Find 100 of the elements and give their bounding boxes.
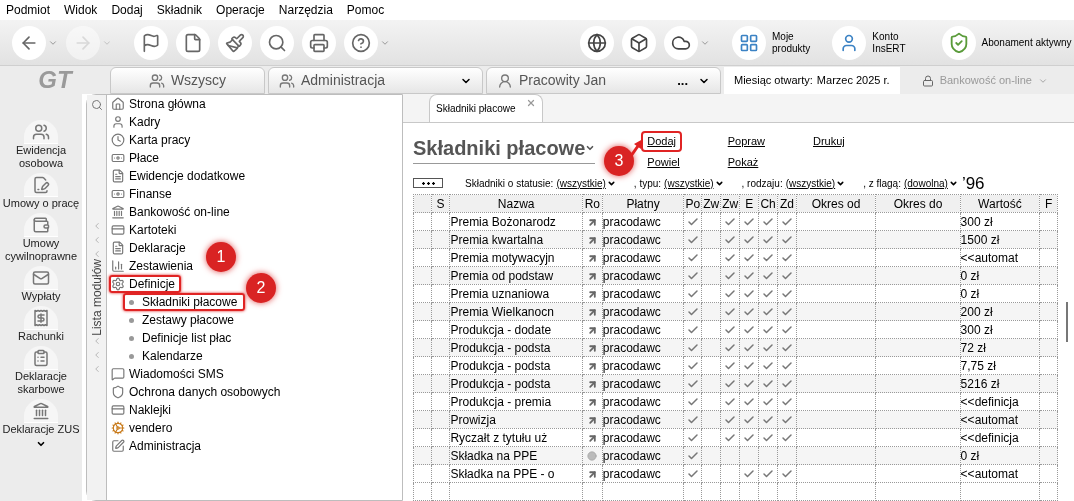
module-item[interactable]: Finanse bbox=[109, 185, 178, 203]
filter-dropdown[interactable]: (wszystkie) bbox=[556, 175, 616, 191]
lock-icon bbox=[921, 74, 934, 87]
people-icon bbox=[32, 122, 50, 141]
table-cell: Prowizja bbox=[449, 410, 583, 429]
table-cell: pracodawc bbox=[602, 302, 684, 321]
table-cell: Premia motywacyjn bbox=[449, 248, 583, 267]
quick-nav-item[interactable]: Umowy cywilnoprawne bbox=[1, 213, 81, 263]
bullet-icon bbox=[129, 335, 134, 341]
module-item[interactable]: Ewidencje dodatkowe bbox=[109, 167, 252, 185]
table-cell: 0 zł bbox=[960, 446, 1040, 465]
group-selector[interactable]: Administracja bbox=[268, 67, 483, 94]
group-selector[interactable]: Wszyscy bbox=[110, 67, 265, 94]
table-cell: pracodawc bbox=[602, 320, 684, 339]
table-cell: pracodawc bbox=[602, 428, 684, 447]
gear-icon bbox=[111, 277, 125, 291]
arrow-icon bbox=[586, 306, 598, 318]
filter-dropdown[interactable]: (wszystkie) bbox=[785, 175, 846, 191]
table-cell: Premia od podstaw bbox=[449, 266, 583, 285]
quick-nav-item[interactable]: Ewidencja osobowa bbox=[1, 120, 81, 170]
menu-item[interactable]: Widok bbox=[64, 1, 98, 19]
table-cell: 7,75 zł bbox=[960, 356, 1040, 375]
cards-icon bbox=[111, 223, 125, 237]
module-item[interactable]: Kartoteki bbox=[109, 221, 183, 239]
menu-item[interactable]: Narzędzia bbox=[278, 1, 333, 19]
menu-item[interactable]: Podmiot bbox=[6, 1, 51, 19]
table-cell: <<definicja bbox=[960, 428, 1040, 447]
table-cell: 300 zł bbox=[960, 320, 1040, 339]
submodule-item[interactable]: Kalendarze bbox=[123, 347, 211, 365]
group-selector[interactable]: Pracowity Jan ... bbox=[486, 67, 721, 94]
account-button[interactable]: Konto InsERT bbox=[832, 25, 906, 60]
column-header[interactable]: Wartość bbox=[960, 194, 1040, 213]
filter-label: Składniki o statusie: bbox=[465, 176, 554, 191]
submodule-item[interactable]: Składniki płacowe bbox=[123, 293, 246, 311]
scrollbar-thumb[interactable] bbox=[1066, 302, 1069, 342]
action-link[interactable]: Pokaż bbox=[721, 151, 765, 173]
brush-icon bbox=[225, 32, 245, 53]
module-item[interactable]: Strona główna bbox=[109, 95, 212, 113]
module-item[interactable]: Karta pracy bbox=[109, 131, 197, 149]
column-header[interactable]: Płatny bbox=[602, 194, 684, 213]
module-item[interactable]: Zestawienia bbox=[109, 257, 200, 275]
filter-dropdown[interactable]: (dowolna) bbox=[903, 175, 958, 191]
menu-item[interactable]: Operacje bbox=[216, 1, 265, 19]
table-cell: 72 zł bbox=[960, 338, 1040, 357]
menu-item[interactable]: Składnik bbox=[156, 1, 203, 19]
module-item[interactable]: Ochrona danych osobowych bbox=[109, 383, 287, 401]
column-header[interactable]: Ro bbox=[582, 194, 603, 213]
table-cell: pracodawc bbox=[602, 248, 684, 267]
module-item[interactable]: Wiadomości SMS bbox=[109, 365, 230, 383]
table-cell: Produkcja - dodate bbox=[449, 320, 583, 339]
submodule-item[interactable]: Zestawy płacowe bbox=[123, 311, 243, 329]
column-header[interactable]: Nazwa bbox=[449, 194, 583, 213]
page-title[interactable]: Składniki płacowe bbox=[413, 133, 596, 165]
quick-nav-item[interactable]: Deklaracje skarbowe bbox=[1, 346, 81, 396]
arrow-icon bbox=[586, 378, 598, 390]
column-header[interactable]: Okres do bbox=[875, 194, 961, 213]
column-header[interactable]: Okres od bbox=[796, 194, 876, 213]
action-link[interactable]: Popraw bbox=[721, 131, 771, 152]
arrow-icon bbox=[586, 360, 598, 372]
receipt-icon bbox=[32, 308, 50, 327]
document-tab[interactable]: Składniki płacowe bbox=[429, 94, 543, 123]
arrow-icon bbox=[586, 342, 598, 354]
arrow-icon bbox=[586, 414, 598, 426]
arrow-icon bbox=[586, 252, 598, 264]
menu-item[interactable]: Dodaj bbox=[111, 1, 143, 19]
module-item[interactable]: Definicje bbox=[109, 275, 182, 293]
banknote-icon bbox=[111, 151, 125, 165]
contract-icon bbox=[32, 175, 50, 194]
people-icon bbox=[279, 72, 295, 89]
arrow-icon bbox=[586, 324, 598, 336]
menu-item[interactable]: Pomoc bbox=[346, 1, 385, 19]
more-button[interactable] bbox=[413, 178, 443, 189]
filter-label: , typu: bbox=[633, 176, 662, 191]
action-link[interactable]: Powiel bbox=[641, 151, 686, 173]
quick-nav-item[interactable]: Wypłaty bbox=[1, 266, 81, 303]
help-icon bbox=[351, 32, 371, 53]
module-item[interactable]: Administracja bbox=[109, 437, 208, 455]
table-cell: pracodawc bbox=[602, 266, 684, 285]
edit-icon bbox=[111, 439, 125, 453]
people-icon bbox=[148, 72, 165, 89]
quick-nav-item[interactable]: Rachunki bbox=[1, 306, 81, 343]
table-cell: 5216 zł bbox=[960, 374, 1040, 393]
submodule-item[interactable]: Definicje list płac bbox=[123, 329, 240, 347]
action-link[interactable]: Drukuj bbox=[807, 131, 851, 152]
quick-nav-item[interactable]: Deklaracje ZUS bbox=[1, 399, 81, 436]
module-item[interactable]: Bankowość on-line bbox=[109, 203, 236, 221]
coin-icon bbox=[587, 451, 598, 462]
module-item[interactable]: Kadry bbox=[109, 113, 167, 131]
module-item[interactable]: vendero bbox=[109, 419, 179, 437]
module-item[interactable]: Naklejki bbox=[109, 401, 177, 419]
tiles-icon bbox=[739, 32, 759, 53]
table-cell: pracodawc bbox=[602, 410, 684, 429]
products-button[interactable]: Moje produkty bbox=[732, 25, 811, 60]
module-item[interactable]: Deklaracje bbox=[109, 239, 192, 257]
subscription-button[interactable]: Abonament aktywny bbox=[941, 25, 1072, 60]
module-item[interactable]: Płace bbox=[109, 149, 166, 167]
quick-nav-item[interactable]: Umowy o pracę bbox=[1, 173, 81, 210]
table-cell: <<automat bbox=[960, 248, 1040, 267]
table-cell: Produkcja - podsta bbox=[449, 374, 583, 393]
filter-dropdown[interactable]: (wszystkie) bbox=[664, 175, 724, 191]
